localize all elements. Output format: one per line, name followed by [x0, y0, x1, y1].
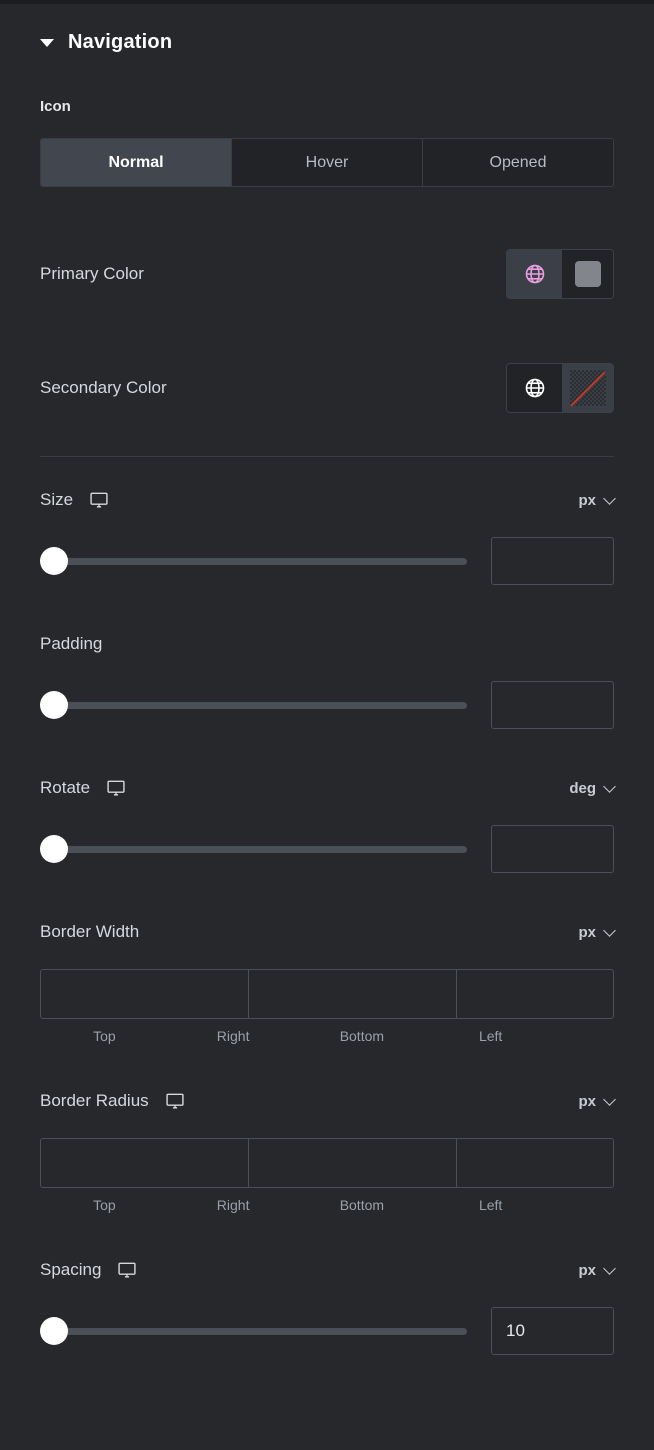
section-header-navigation[interactable]: Navigation — [40, 4, 614, 62]
rotate-slider-track — [60, 845, 467, 853]
size-control-header: Size px — [40, 485, 616, 515]
primary-color-row: Primary Color — [40, 249, 614, 299]
secondary-color-picker — [506, 363, 614, 413]
padding-slider-row — [40, 681, 614, 729]
rotate-slider-handle[interactable] — [40, 835, 68, 863]
page-title: Navigation — [68, 30, 173, 53]
tab-normal[interactable]: Normal — [41, 139, 232, 186]
size-slider[interactable] — [40, 547, 467, 575]
monitor-icon[interactable] — [117, 1260, 137, 1280]
chevron-down-icon — [603, 923, 616, 937]
border-width-unit-label: px — [578, 923, 596, 941]
side-label-left: Left — [478, 1197, 503, 1213]
chevron-down-icon — [603, 1261, 616, 1275]
border-width-top-input[interactable] — [41, 970, 249, 1018]
secondary-color-global-button[interactable] — [507, 364, 562, 412]
border-width-unit-dropdown[interactable]: px — [578, 923, 616, 941]
monitor-icon[interactable] — [89, 490, 109, 510]
spacing-input[interactable] — [491, 1307, 614, 1355]
border-width-side-labels: Top Right Bottom Left — [40, 1028, 614, 1044]
primary-color-picker — [506, 249, 614, 299]
tab-opened-label: Opened — [489, 153, 547, 171]
side-label-right: Right — [216, 1197, 250, 1213]
rotate-label: Rotate — [40, 778, 91, 797]
icon-group-label: Icon — [40, 98, 71, 115]
border-radius-dimensions: Top Right Bottom Left — [40, 1138, 614, 1213]
border-radius-top-input[interactable] — [41, 1139, 249, 1187]
spacing-label: Spacing — [40, 1260, 102, 1279]
padding-slider[interactable] — [40, 691, 467, 719]
size-unit-label: px — [578, 491, 596, 509]
padding-slider-handle[interactable] — [40, 691, 68, 719]
size-slider-handle[interactable] — [40, 547, 68, 575]
secondary-color-label: Secondary Color — [40, 378, 167, 397]
spacing-control-header: Spacing px — [40, 1255, 616, 1285]
primary-color-swatch-button[interactable] — [562, 250, 613, 298]
border-radius-right-input[interactable] — [249, 1139, 457, 1187]
primary-color-swatch — [574, 261, 601, 287]
tab-hover[interactable]: Hover — [232, 139, 423, 186]
tab-normal-label: Normal — [108, 153, 164, 171]
size-label: Size — [40, 490, 74, 509]
side-labels-spacer — [555, 1028, 614, 1044]
chevron-down-icon — [603, 1092, 616, 1106]
rotate-control-header: Rotate deg — [40, 773, 616, 803]
border-width-control-header: Border Width px — [40, 917, 616, 947]
side-label-bottom: Bottom — [339, 1197, 385, 1213]
spacing-slider-track — [60, 1327, 467, 1335]
rotate-input[interactable] — [491, 825, 614, 873]
caret-down-icon[interactable] — [40, 39, 54, 47]
border-width-dimensions: Top Right Bottom Left — [40, 969, 614, 1044]
spacing-unit-dropdown[interactable]: px — [578, 1261, 616, 1279]
border-width-label: Border Width — [40, 922, 140, 941]
size-slider-row — [40, 537, 614, 585]
border-width-right-input[interactable] — [249, 970, 457, 1018]
tab-opened[interactable]: Opened — [423, 139, 613, 186]
side-label-right: Right — [216, 1028, 250, 1044]
side-label-top: Top — [93, 1197, 116, 1213]
padding-input[interactable] — [491, 681, 614, 729]
padding-slider-track — [60, 701, 467, 709]
globe-icon — [525, 264, 544, 284]
rotate-slider[interactable] — [40, 835, 467, 863]
border-radius-unit-dropdown[interactable]: px — [578, 1092, 616, 1110]
size-input[interactable] — [491, 537, 614, 585]
side-labels-spacer — [555, 1197, 614, 1213]
section-divider — [40, 456, 614, 457]
chevron-down-icon — [603, 491, 616, 505]
rotate-unit-dropdown[interactable]: deg — [569, 779, 616, 797]
secondary-color-swatch-button[interactable] — [562, 364, 613, 412]
icon-state-tabs: Normal Hover Opened — [40, 138, 614, 187]
secondary-color-row: Secondary Color — [40, 363, 614, 413]
monitor-icon[interactable] — [106, 778, 126, 798]
border-radius-side-labels: Top Right Bottom Left — [40, 1197, 614, 1213]
border-radius-unit-label: px — [578, 1092, 596, 1110]
no-color-swatch — [569, 370, 606, 406]
border-radius-control-header: Border Radius px — [40, 1086, 616, 1116]
side-label-left: Left — [478, 1028, 503, 1044]
tab-hover-label: Hover — [305, 153, 349, 171]
chevron-down-icon — [603, 779, 616, 793]
side-label-top: Top — [93, 1028, 116, 1044]
spacing-slider-handle[interactable] — [40, 1317, 68, 1345]
primary-color-global-button[interactable] — [507, 250, 562, 298]
size-slider-track — [60, 557, 467, 565]
spacing-unit-label: px — [578, 1261, 596, 1279]
padding-label: Padding — [40, 634, 103, 653]
rotate-slider-row — [40, 825, 614, 873]
globe-icon — [525, 378, 544, 398]
size-unit-dropdown[interactable]: px — [578, 491, 616, 509]
navigation-settings-panel: Navigation Icon Normal Hover Opened Prim… — [0, 0, 654, 1450]
rotate-unit-label: deg — [569, 779, 596, 797]
border-radius-bottom-input[interactable] — [457, 1139, 613, 1187]
side-label-bottom: Bottom — [339, 1028, 385, 1044]
border-radius-label: Border Radius — [40, 1091, 149, 1110]
spacing-slider[interactable] — [40, 1317, 467, 1345]
spacing-slider-row — [40, 1307, 614, 1355]
padding-control-header: Padding — [40, 629, 614, 659]
monitor-icon[interactable] — [165, 1091, 185, 1111]
border-width-bottom-input[interactable] — [457, 970, 613, 1018]
primary-color-label: Primary Color — [40, 264, 144, 283]
